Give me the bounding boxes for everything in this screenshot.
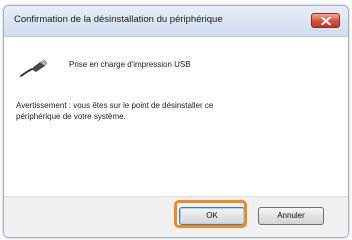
uninstall-confirmation-dialog: Confirmation de la désinstallation du pé…: [3, 5, 349, 238]
window-title: Confirmation de la désinstallation du pé…: [14, 14, 223, 25]
close-icon: [321, 17, 331, 25]
cancel-button[interactable]: Annuler: [258, 207, 324, 225]
usb-cable-icon: [20, 59, 48, 77]
dialog-content: Prise en charge d'impression USB Avertis…: [4, 37, 348, 196]
warning-message: Avertissement : vous êtes sur le point d…: [16, 101, 214, 121]
close-button[interactable]: [311, 13, 340, 28]
ok-button[interactable]: OK: [179, 207, 245, 225]
title-bar[interactable]: Confirmation de la désinstallation du pé…: [4, 6, 348, 37]
device-name: Prise en charge d'impression USB: [69, 60, 191, 69]
button-bar: OK Annuler: [4, 196, 348, 237]
